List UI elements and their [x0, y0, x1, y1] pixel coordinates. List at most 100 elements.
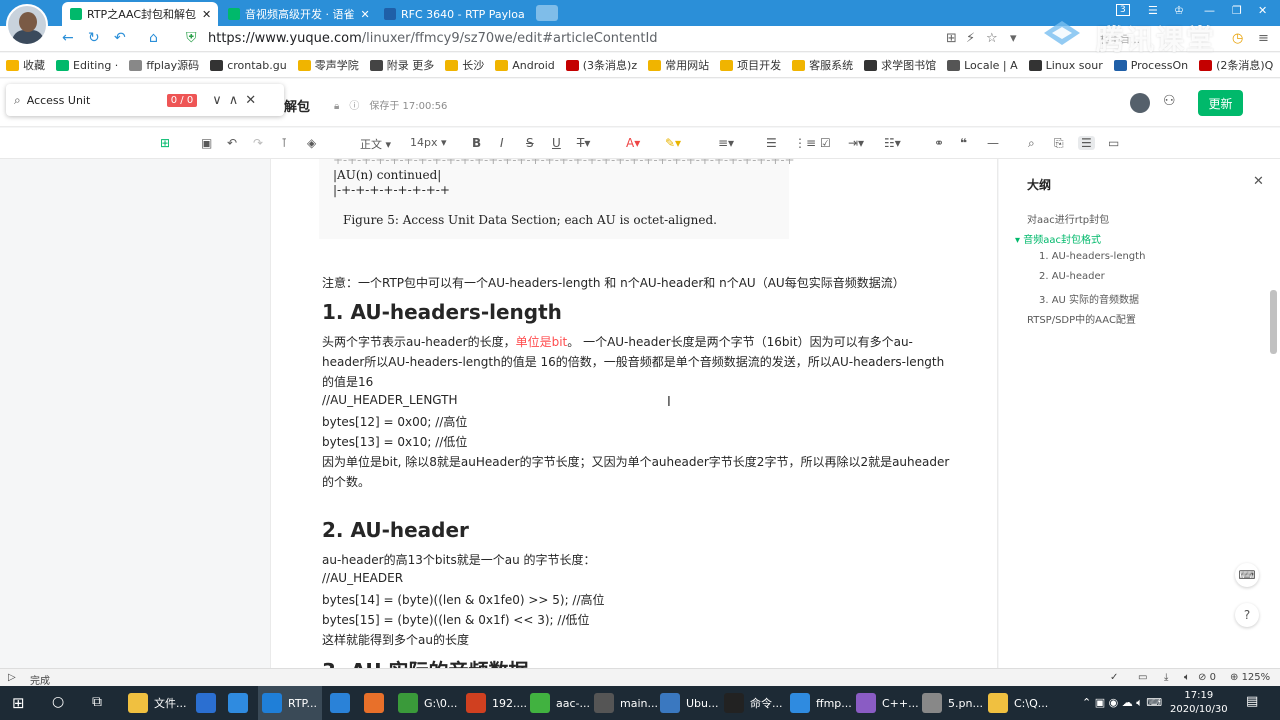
- taskbar-app[interactable]: 文件...: [128, 693, 187, 713]
- folder-icon[interactable]: ▭: [1108, 136, 1119, 150]
- format-painter-icon[interactable]: ⊺: [281, 136, 287, 150]
- find-input[interactable]: [26, 93, 167, 107]
- divider-icon[interactable]: —: [987, 136, 999, 150]
- bookmark-item[interactable]: (3条消息)z: [565, 57, 637, 73]
- window-close-icon[interactable]: ✕: [1258, 4, 1267, 17]
- home-icon[interactable]: ⌂: [149, 30, 158, 46]
- check-icon[interactable]: ✓: [1110, 672, 1118, 683]
- search-icon[interactable]: ○: [52, 694, 64, 710]
- taskbar-app[interactable]: C:\Q...: [988, 693, 1048, 713]
- ordered-list-icon[interactable]: ⋮≡: [794, 136, 816, 150]
- bookmark-item[interactable]: Editing ·: [56, 59, 118, 72]
- apps-grid-icon[interactable]: ⊞: [946, 31, 957, 46]
- outline-toggle-icon[interactable]: ☰: [1078, 136, 1095, 150]
- line-height-icon[interactable]: ☷▾: [884, 136, 901, 150]
- highlight-icon[interactable]: ✎▾: [665, 136, 681, 150]
- undo-icon[interactable]: ↶: [114, 30, 126, 46]
- quote-icon[interactable]: ❝: [960, 136, 967, 150]
- bookmark-item[interactable]: crontab.gu: [210, 59, 287, 72]
- close-icon[interactable]: ✕: [245, 93, 256, 108]
- flash-icon[interactable]: ⚡: [966, 31, 975, 46]
- star-icon[interactable]: ☆: [986, 31, 998, 46]
- bookmark-item[interactable]: (2条消息)Q: [1199, 57, 1273, 73]
- strikethrough-icon[interactable]: S: [526, 136, 534, 150]
- shirt-icon[interactable]: ♔: [1174, 4, 1184, 17]
- taskbar-app[interactable]: [196, 693, 222, 713]
- download-icon[interactable]: ⤓: [1164, 672, 1168, 683]
- bookmark-item[interactable]: ProcessOn: [1113, 59, 1188, 72]
- code-block[interactable]: +-+-+-+-+-+-+-+-+-+-+-+-+-+-+-+-+-+-+-+-…: [319, 159, 795, 239]
- taskbar-app[interactable]: 5.pn...: [922, 693, 983, 713]
- add-user-icon[interactable]: ⚇: [1163, 93, 1176, 109]
- close-icon[interactable]: ✕: [1253, 174, 1264, 189]
- link-icon[interactable]: ⚭: [934, 136, 944, 150]
- taskbar-app[interactable]: main...: [594, 693, 658, 713]
- text-more-icon[interactable]: T̶▾: [577, 136, 590, 150]
- system-clock[interactable]: 17:19 2020/10/30: [1170, 689, 1228, 717]
- bold-icon[interactable]: B: [472, 136, 481, 150]
- maximize-icon[interactable]: ❐: [1232, 4, 1242, 17]
- paragraph-style-select[interactable]: 正文 ▾: [360, 136, 391, 152]
- font-color-icon[interactable]: A▾: [626, 136, 640, 150]
- outline-item[interactable]: 1. AU-headers-length: [1039, 251, 1145, 262]
- bookmark-item[interactable]: ffplay源码: [129, 57, 199, 73]
- chevron-up-icon[interactable]: ∧: [229, 93, 239, 108]
- block-icon[interactable]: ⊘ 0: [1198, 672, 1216, 683]
- bookmark-item[interactable]: 附录 更多: [369, 57, 434, 73]
- taskbar-app[interactable]: aac-...: [530, 693, 590, 713]
- redo-icon[interactable]: ↷: [253, 136, 263, 150]
- taskbar-app[interactable]: ffmp...: [790, 693, 852, 713]
- bookmark-item[interactable]: 收藏: [6, 57, 45, 73]
- update-button[interactable]: 更新: [1198, 90, 1243, 116]
- font-size-select[interactable]: 14px ▾: [410, 136, 447, 149]
- bookmark-item[interactable]: Linux sour: [1028, 59, 1103, 72]
- indent-icon[interactable]: ⇥▾: [848, 136, 864, 150]
- bookmark-item[interactable]: 常用网站: [648, 57, 709, 73]
- outline-item[interactable]: 3. AU 实际的音频数据: [1039, 291, 1139, 306]
- bookmark-item[interactable]: 求学图书馆: [864, 57, 936, 73]
- taskbar-app[interactable]: [228, 693, 254, 713]
- bookmark-item[interactable]: 客服系统: [792, 57, 853, 73]
- tab-yuque-course[interactable]: 音视频高级开发 · 语雀 ✕: [220, 2, 374, 26]
- outline-item[interactable]: 2. AU-header: [1039, 271, 1105, 282]
- taskbar-app[interactable]: C++...: [856, 693, 919, 713]
- lock-icon[interactable]: 🔒︎: [334, 101, 339, 112]
- close-icon[interactable]: ✕: [525, 8, 530, 21]
- windows-start-icon[interactable]: ⊞: [12, 694, 25, 712]
- tab-count-badge[interactable]: 3: [1116, 4, 1130, 16]
- checkbox-list-icon[interactable]: ☑: [820, 136, 831, 150]
- clear-format-icon[interactable]: ◈: [307, 136, 316, 150]
- close-icon[interactable]: ✕: [355, 8, 370, 21]
- close-icon[interactable]: ✕: [196, 8, 211, 21]
- insert-icon[interactable]: ⊞: [160, 136, 170, 150]
- undo-icon[interactable]: ↶: [227, 136, 237, 150]
- notifications-icon[interactable]: ▤: [1246, 694, 1258, 709]
- zoom-level[interactable]: ⊕ 125%: [1230, 672, 1270, 683]
- save-icon[interactable]: ▣: [201, 136, 212, 150]
- keyboard-icon[interactable]: ⌨: [1235, 563, 1259, 587]
- minimize-icon[interactable]: —: [1204, 4, 1215, 17]
- align-icon[interactable]: ≡▾: [718, 136, 734, 150]
- attachment-icon[interactable]: ⎘: [1054, 136, 1064, 151]
- chevron-down-icon[interactable]: ∨: [212, 93, 222, 108]
- bookmark-item[interactable]: 零声学院: [297, 57, 359, 73]
- avatar[interactable]: [1130, 93, 1150, 113]
- refresh-icon[interactable]: ↻: [88, 30, 100, 46]
- taskbar-app[interactable]: [364, 693, 390, 713]
- more-icon[interactable]: ≡: [1258, 31, 1269, 46]
- tab-rtp-aac[interactable]: RTP之AAC封包和解包 ✕: [62, 2, 218, 26]
- new-tab-button[interactable]: [536, 5, 558, 21]
- speaker-icon[interactable]: 🔈︎: [1184, 672, 1190, 683]
- taskbar-app[interactable]: G:\0...: [398, 693, 457, 713]
- outline-item[interactable]: 对aac进行rtp封包: [1027, 211, 1109, 226]
- outline-item-active[interactable]: ▾ 音频aac封包格式: [1015, 231, 1101, 246]
- url-field[interactable]: https://www.yuque.com/linuxer/ffmcy9/sz7…: [208, 31, 658, 46]
- italic-icon[interactable]: I: [500, 136, 504, 150]
- clock-icon[interactable]: ◷: [1232, 31, 1243, 46]
- bookmark-item[interactable]: 长沙: [445, 57, 484, 73]
- tray-icons[interactable]: ⌃ ▣ ◉ ☁ 🔈︎ ⌨: [1082, 696, 1162, 710]
- bookmark-item[interactable]: 项目开发: [720, 57, 781, 73]
- taskbar-app[interactable]: 192....: [466, 693, 527, 713]
- user-avatar[interactable]: [6, 4, 48, 46]
- device-icon[interactable]: ▭: [1138, 672, 1147, 683]
